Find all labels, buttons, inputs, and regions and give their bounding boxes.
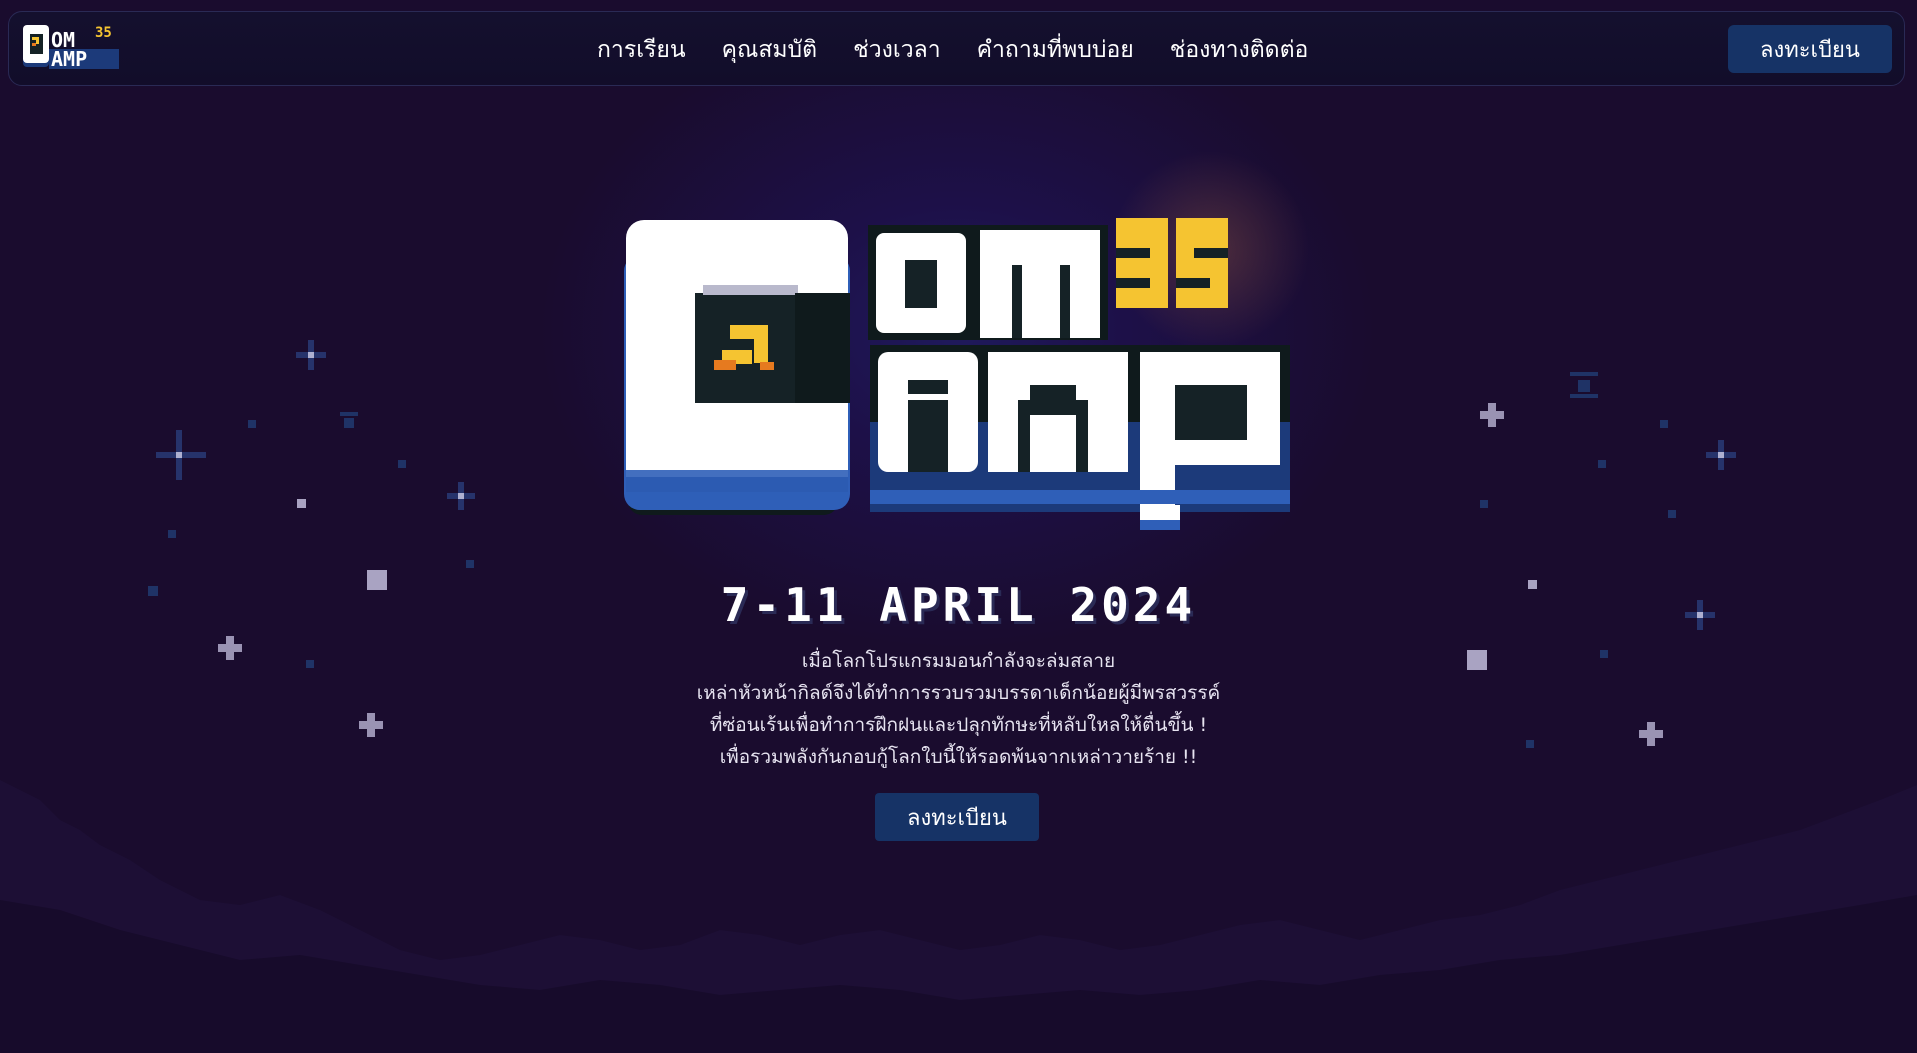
brand-logo[interactable]: OM 35 AMP bbox=[21, 21, 121, 85]
page: OM 35 AMP การเรียน คุณสมบัติ ช่วงเวลา คำ… bbox=[0, 0, 1917, 1053]
description-line: ที่ซ่อนเร้นเพื่อทำการฝึกฝนและปลุกทักษะที… bbox=[709, 714, 1208, 736]
logo-letter-c bbox=[624, 220, 850, 515]
hero-description: เมื่อโลกโปรแกรมมอนกำลังจะล่มสลาย เหล่าหั… bbox=[0, 645, 1917, 773]
nav-link-contact[interactable]: ช่องทางติดต่อ bbox=[1170, 32, 1309, 68]
logo-text-amp: AMP bbox=[51, 47, 87, 71]
logo-word-om bbox=[868, 225, 1108, 340]
description-line: เหล่าหัวหน้ากิลด์จึงได้ทำการรวบรวมบรรดาเ… bbox=[696, 682, 1221, 704]
register-button-hero[interactable]: ลงทะเบียน bbox=[875, 793, 1039, 841]
sparkle-star-icon bbox=[1706, 440, 1736, 470]
sparkle-star-icon bbox=[447, 482, 475, 510]
sparkle-star-icon bbox=[156, 430, 206, 480]
event-date: 7-11 APRIL 2024 bbox=[720, 578, 1197, 632]
top-navbar: OM 35 AMP การเรียน คุณสมบัติ ช่วงเวลา คำ… bbox=[8, 11, 1905, 86]
register-button-nav[interactable]: ลงทะเบียน bbox=[1728, 25, 1892, 73]
hero-logo bbox=[620, 200, 1300, 544]
nav-link-timeline[interactable]: ช่วงเวลา bbox=[853, 32, 941, 68]
sparkle-star-icon bbox=[296, 340, 326, 370]
plus-star-icon bbox=[1480, 403, 1504, 427]
nav-link-learning[interactable]: การเรียน bbox=[597, 32, 686, 68]
logo-number-35 bbox=[1116, 218, 1228, 308]
nav-link-faq[interactable]: คำถามที่พบบ่อย bbox=[977, 32, 1134, 68]
nav-link-qualifications[interactable]: คุณสมบัติ bbox=[722, 32, 817, 68]
logo-number: 35 bbox=[95, 25, 112, 41]
logo-word-amp bbox=[870, 345, 1290, 530]
nav-links: การเรียน คุณสมบัติ ช่วงเวลา คำถามที่พบบ่… bbox=[597, 12, 1308, 87]
description-line: เมื่อโลกโปรแกรมมอนกำลังจะล่มสลาย bbox=[801, 650, 1116, 672]
description-line: เพื่อรวมพลังกันกอบกู้โลกใบนี้ให้รอดพ้นจา… bbox=[719, 746, 1198, 768]
